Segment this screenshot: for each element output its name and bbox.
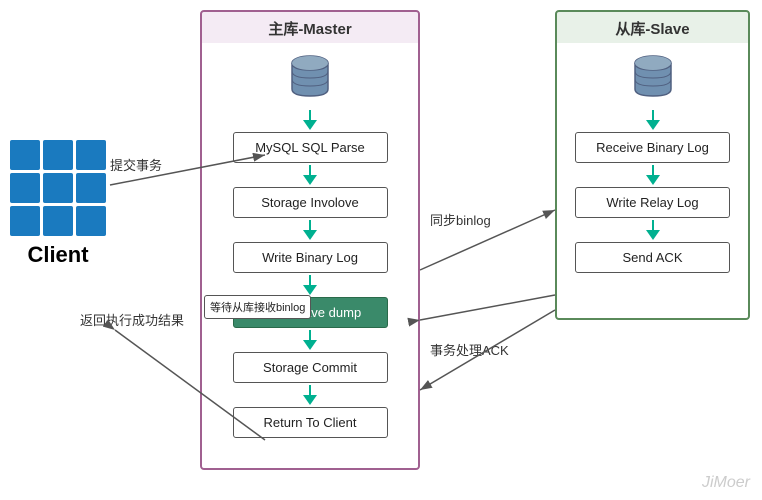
arrow-binary-to-slave [303,275,317,295]
master-db-icon [285,51,335,104]
arrow-slave-to-commit [303,330,317,350]
master-box: 主库-Master MySQL SQL Parse Storage Involo… [200,10,420,470]
slave-db-icon [628,51,678,104]
client-area: Client [10,140,106,268]
arrow-commit-to-return [303,385,317,405]
arrow-slave-db-to-receive [646,110,660,130]
arrow-storage-to-binary [303,220,317,240]
watermark: JiMoer [702,474,750,492]
storage-involve-box: Storage Involove [233,187,388,218]
arrow-receive-to-relay [646,165,660,185]
send-ack-box: Send ACK [575,242,730,273]
label-submit: 提交事务 [110,155,162,174]
wait-label: 等待从库接收binlog [204,295,311,319]
write-binary-log-box: Write Binary Log [233,242,388,273]
label-ack: 事务处理ACK [430,340,509,359]
master-title: 主库-Master [202,12,418,43]
mysql-sql-parse-box: MySQL SQL Parse [233,132,388,163]
label-return: 返回执行成功结果 [80,310,184,329]
slave-flow: Receive Binary Log Write Relay Log Send … [557,43,748,273]
arrow-relay-to-ack [646,220,660,240]
arrow-db-to-parse [303,110,317,130]
label-sync: 同步binlog [430,210,491,229]
write-relay-log-box: Write Relay Log [575,187,730,218]
storage-commit-box: Storage Commit [233,352,388,383]
slave-title: 从库-Slave [557,12,748,43]
arrow-parse-to-storage [303,165,317,185]
client-icon [10,140,106,236]
slave-box: 从库-Slave Receive Binary Log Write Relay … [555,10,750,320]
receive-binary-log-box: Receive Binary Log [575,132,730,163]
client-label: Client [10,242,106,268]
return-to-client-box: Return To Client [233,407,388,438]
master-flow: MySQL SQL Parse Storage Involove Write B… [202,43,418,438]
